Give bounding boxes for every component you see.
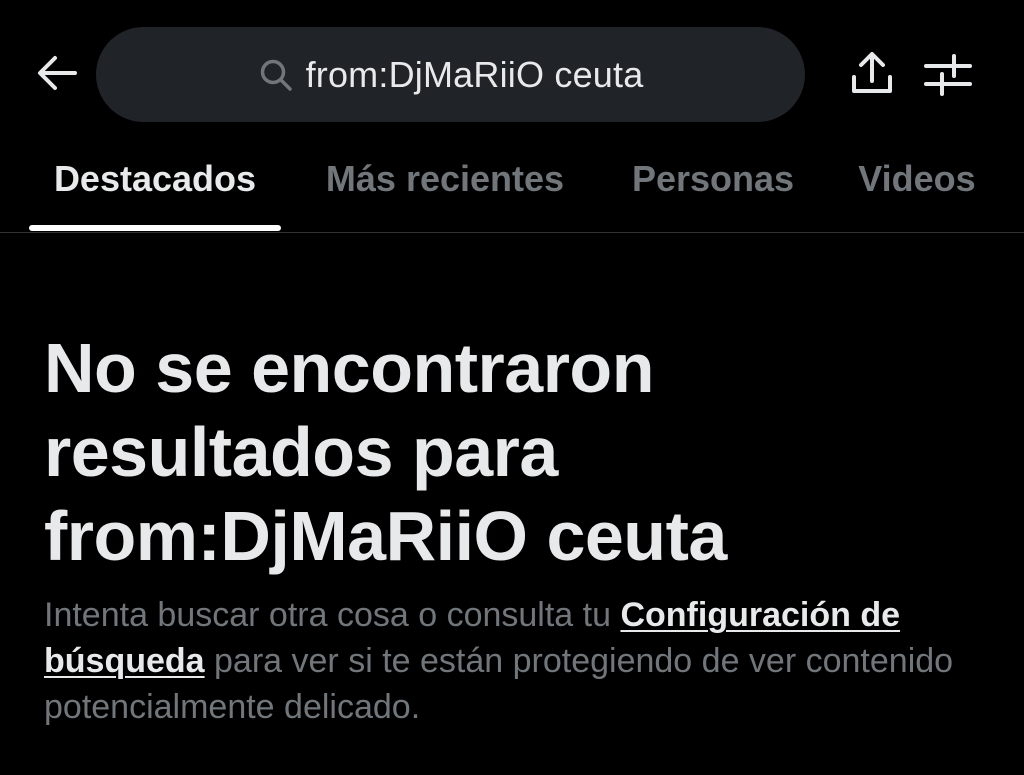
search-input[interactable]: from:DjMaRiiO ceuta [96, 27, 805, 122]
search-filter-button[interactable] [918, 48, 978, 104]
search-tabs: Destacados Más recientes Personas Videos [0, 150, 1024, 233]
share-button[interactable] [844, 48, 900, 104]
search-icon [258, 57, 294, 93]
empty-state-title-line1: No se encontraron [44, 329, 654, 407]
filter-sliders-icon [923, 52, 973, 101]
active-tab-indicator [29, 225, 281, 231]
tab-personas[interactable]: Personas [610, 150, 816, 232]
back-button[interactable] [30, 50, 84, 100]
empty-state-desc-before-link: Intenta buscar otra cosa o consulta tu [44, 596, 621, 634]
empty-state-title: No se encontraron resultados para from:D… [44, 326, 984, 578]
top-bar: from:DjMaRiiO ceuta [0, 0, 1024, 150]
search-query-text: from:DjMaRiiO ceuta [305, 53, 644, 95]
empty-state-description: Intenta buscar otra cosa o consulta tu C… [44, 592, 984, 730]
tab-mas-recientes[interactable]: Más recientes [300, 150, 590, 232]
arrow-left-icon [35, 53, 79, 98]
tab-destacados[interactable]: Destacados [29, 150, 281, 232]
empty-state-title-line2: resultados para [44, 413, 558, 491]
empty-state-title-line3: from:DjMaRiiO ceuta [44, 497, 727, 575]
tab-videos[interactable]: Videos [836, 150, 998, 232]
share-upload-icon [848, 49, 896, 104]
